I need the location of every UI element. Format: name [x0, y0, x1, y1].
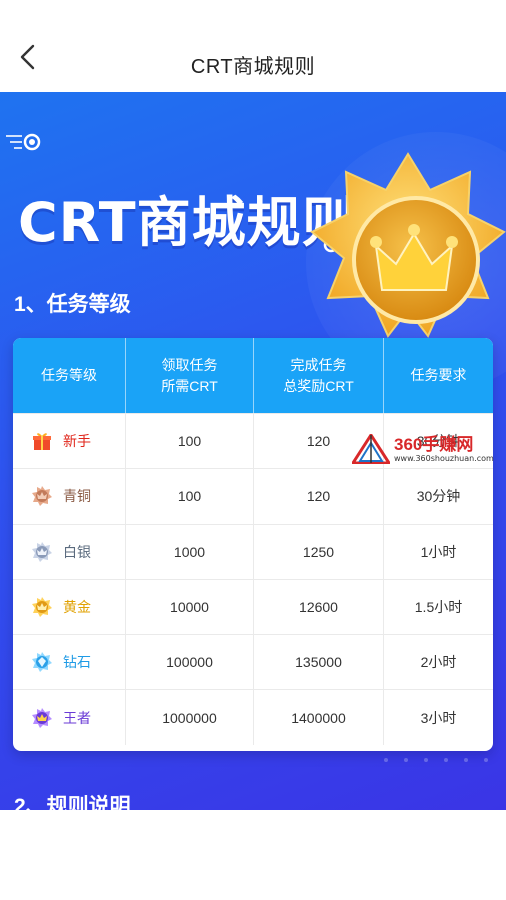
page-title: CRT商城规则: [190, 56, 316, 78]
reward-crt: 1400000: [254, 690, 384, 745]
header-level: 任务等级: [13, 338, 126, 413]
level-label: 黄金: [63, 599, 91, 616]
watermark: 360手赚网 www.360shouzhuan.com: [352, 430, 502, 470]
table-header: 任务等级 领取任务 所需CRT 完成任务 总奖励CRT 任务要求: [13, 338, 493, 413]
header-reward-crt: 完成任务 总奖励CRT: [254, 338, 384, 413]
nav-bar: CRT商城规则: [0, 0, 506, 92]
task-requirement: 30分钟: [416, 488, 461, 505]
table-row: 青铜 100 120 30分钟: [13, 468, 493, 524]
section-title-rules: 2、规则说明: [14, 795, 131, 810]
level-cell: 黄金: [13, 579, 126, 635]
reward-crt: 12600: [254, 579, 384, 635]
silver-badge-icon: [32, 541, 52, 562]
required-crt: 10000: [126, 579, 254, 635]
watermark-url: www.360shouzhuan.com: [394, 454, 494, 463]
level-label: 白银: [63, 543, 91, 560]
level-cell: 白银: [13, 524, 126, 579]
header-requirement: 任务要求: [410, 367, 467, 383]
watermark-text: 360手赚网: [394, 435, 474, 454]
gift-icon: [33, 433, 51, 451]
hero-title: CRT商城规则: [18, 191, 357, 254]
table-row: 白银 1000 1250 1小时: [13, 523, 493, 579]
header-required-crt: 领取任务 所需CRT: [126, 338, 254, 413]
reward-crt: 120: [254, 469, 384, 524]
task-requirement: 1小时: [420, 543, 457, 560]
level-cell: 青铜: [13, 469, 126, 524]
table-row: 王者 1000000 1400000 3小时: [13, 689, 493, 745]
reward-crt: 1250: [254, 524, 384, 579]
required-crt: 100000: [126, 635, 254, 690]
task-requirement: 1.5小时: [414, 599, 463, 616]
level-label: 青铜: [63, 488, 91, 505]
gold-badge-icon: [32, 597, 52, 618]
required-crt: 100: [126, 414, 254, 469]
level-cell: 王者: [13, 690, 126, 745]
task-requirement: 2小时: [420, 654, 457, 671]
required-crt: 100: [126, 469, 254, 524]
table-row: 钻石 100000 135000 2小时: [13, 634, 493, 690]
level-label: 钻石: [63, 654, 91, 671]
required-crt: 1000: [126, 524, 254, 579]
king-badge-icon: [32, 707, 52, 728]
level-cell: 新手: [13, 414, 126, 469]
task-level-table: 任务等级 领取任务 所需CRT 完成任务 总奖励CRT 任务要求 新手 100 …: [13, 338, 493, 751]
level-label: 王者: [63, 709, 91, 726]
section-title-levels: 1、任务等级: [14, 293, 131, 316]
level-label: 新手: [63, 433, 91, 450]
crown-badge-icon: [310, 152, 506, 338]
watermark-logo-icon: [352, 434, 390, 464]
reward-crt: 135000: [254, 635, 384, 690]
required-crt: 1000000: [126, 690, 254, 745]
bronze-badge-icon: [32, 486, 52, 507]
table-row: 黄金 10000 12600 1.5小时: [13, 578, 493, 635]
diamond-badge-icon: [32, 652, 52, 673]
task-requirement: 3小时: [420, 709, 457, 726]
level-cell: 钻石: [13, 635, 126, 690]
speed-lines-icon: [6, 133, 41, 151]
